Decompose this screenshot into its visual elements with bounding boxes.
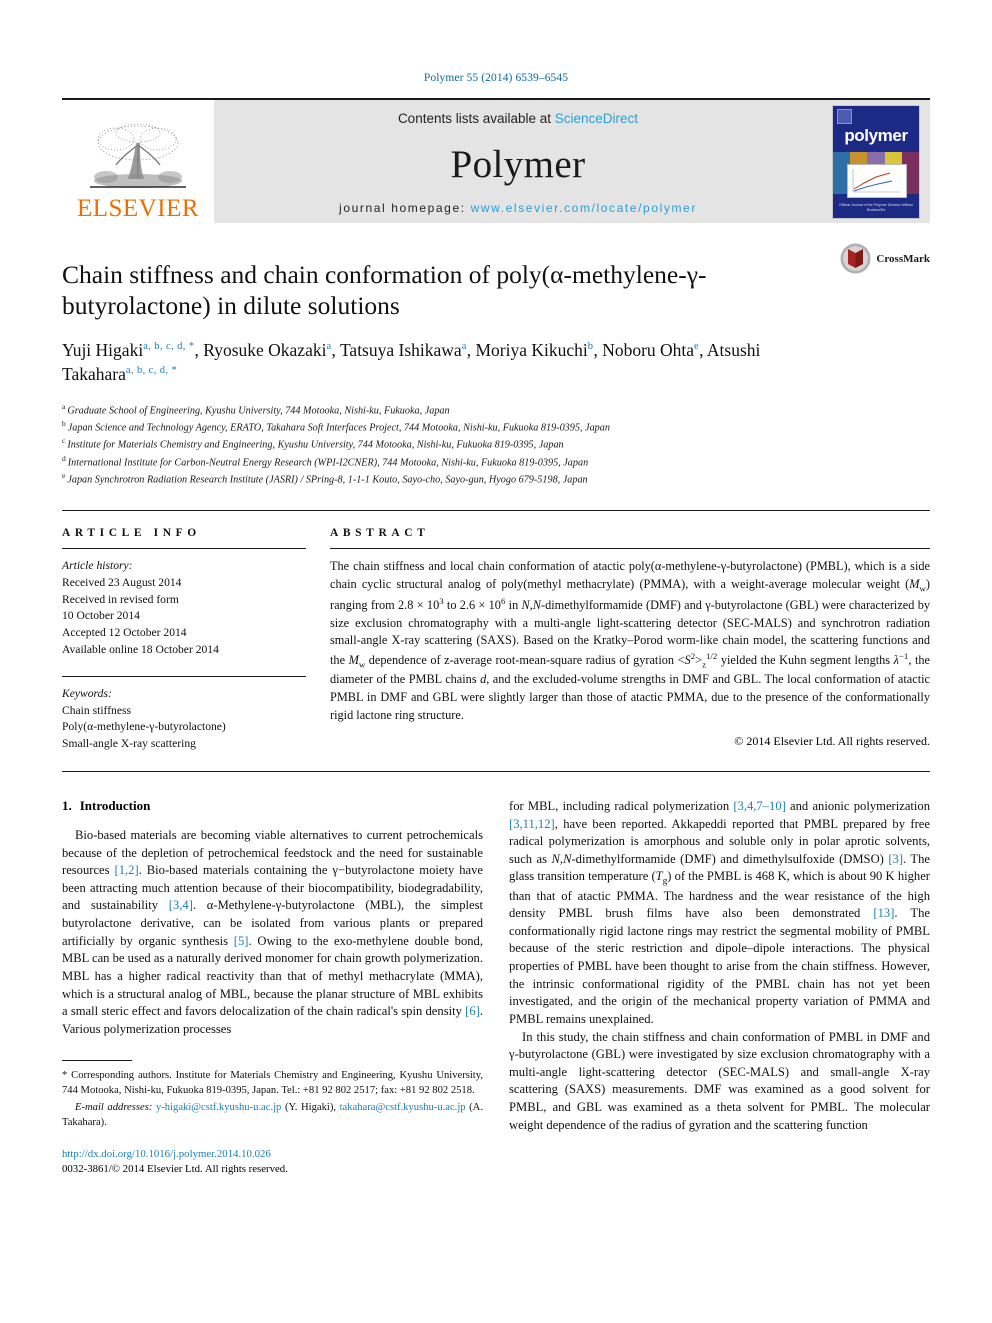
contents-prefix: Contents lists available at <box>397 110 555 126</box>
body-column-right: for MBL, including radical polymerizatio… <box>509 798 930 1178</box>
journal-banner: ELSEVIER Contents lists available at Sci… <box>62 98 930 223</box>
keywords-block: Keywords: Chain stiffness Poly(α-methyle… <box>62 686 306 753</box>
abstract-copyright: © 2014 Elsevier Ltd. All rights reserved… <box>734 734 930 749</box>
email-owner-higaki: (Y. Higaki) <box>284 1102 334 1114</box>
article-info-heading: ARTICLE INFO <box>62 526 201 539</box>
author-separator: , <box>699 340 707 361</box>
keyword-item: Poly(α-methylene-γ-butyrolactone) <box>62 720 226 734</box>
sciencedirect-link[interactable]: ScienceDirect <box>555 111 638 126</box>
asterisk-marker: * <box>62 1070 72 1082</box>
author-separator: , <box>593 340 603 361</box>
email-link-takahara[interactable]: takahara@cstf.kyushu-u.ac.jp <box>340 1102 466 1113</box>
affiliation-text: Japan Science and Technology Agency, ERA… <box>67 422 610 434</box>
section-number: 1. <box>62 797 72 813</box>
section-name: Introduction <box>79 797 151 813</box>
affiliation-item: d International Institute for Carbon-Neut… <box>62 453 930 470</box>
affiliation-item: b Japan Science and Technology Agency, ER… <box>62 418 930 435</box>
author-list: Yuji Higakia, b, c, d, *, Ryosuke Okazak… <box>62 338 822 386</box>
keywords-label: Keywords: <box>62 686 112 700</box>
elsevier-tree-icon <box>90 123 186 188</box>
affiliation-item: e Japan Synchrotron Radiation Research In… <box>62 470 930 487</box>
author-name: Tatsuya Ishikawa <box>339 340 462 361</box>
author-separator: , <box>466 340 476 361</box>
affiliation-text: Japan Synchrotron Radiation Research Ins… <box>67 474 588 486</box>
author-name: Moriya Kikuchi <box>475 340 588 361</box>
running-head: Polymer 55 (2014) 6539–6545 <box>423 72 569 84</box>
publisher-logo: ELSEVIER <box>62 100 214 223</box>
affiliation-list: a Graduate School of Engineering, Kyushu … <box>62 401 930 488</box>
abstract-text: The chain stiffness and local chain conf… <box>330 558 930 722</box>
history-item: Received 23 August 2014 <box>62 575 182 589</box>
article-history-block: Article history: Received 23 August 2014… <box>62 558 306 659</box>
corresponding-author-footnote: * Corresponding authors. Institute for M… <box>62 1068 483 1098</box>
cover-badge-icon <box>837 108 852 124</box>
author-affiliation-marks: a, b, c, d, * <box>125 365 178 377</box>
history-item: Available online 18 October 2014 <box>62 642 219 656</box>
doi-link[interactable]: http://dx.doi.org/10.1016/j.polymer.2014… <box>62 1147 483 1163</box>
journal-homepage-line: journal homepage: www.elsevier.com/locat… <box>339 201 697 215</box>
issn-copyright-line: 0032-3861/© 2014 Elsevier Ltd. All right… <box>62 1163 288 1176</box>
article-history-label: Article history: <box>62 558 133 572</box>
page-title: Chain stiffness and chain conformation o… <box>62 260 707 321</box>
body-column-left: 1. Introduction Bio-based materials are b… <box>62 798 483 1178</box>
keyword-item: Chain stiffness <box>62 703 132 717</box>
author-affiliation-marks: a, b, c, d, * <box>143 341 195 353</box>
author-name: Ryosuke Okazaki <box>203 340 327 361</box>
journal-homepage-link[interactable]: www.elsevier.com/locate/polymer <box>471 201 697 215</box>
cover-image: polymer Official Journal of the Polymer … <box>832 104 920 219</box>
affiliation-item: a Graduate School of Engineering, Kyushu … <box>62 401 930 418</box>
journal-banner-center: Contents lists available at ScienceDirec… <box>214 100 822 223</box>
author-separator: , <box>194 340 204 361</box>
author-separator: , <box>331 340 340 361</box>
info-abstract-section: ARTICLE INFO Article history: Received 2… <box>62 509 930 753</box>
crossmark-icon <box>840 243 871 274</box>
affiliation-text: Institute for Materials Chemistry and En… <box>67 439 564 451</box>
affiliation-text: International Institute for Carbon-Neutr… <box>67 457 589 469</box>
section-title-introduction: 1. Introduction <box>62 798 483 814</box>
abstract-column: ABSTRACT The chain stiffness and local c… <box>330 527 930 753</box>
paragraph: In this study, the chain stiffness and c… <box>509 1029 930 1132</box>
journal-cover-thumbnail: polymer Official Journal of the Polymer … <box>822 100 930 223</box>
crossmark-label: CrossMark <box>876 252 930 265</box>
divider <box>62 675 306 677</box>
corresponding-text: Corresponding authors. Institute for Mat… <box>62 1070 484 1097</box>
affiliation-item: c Institute for Materials Chemistry and E… <box>62 435 930 452</box>
elsevier-wordmark: ELSEVIER <box>76 195 200 222</box>
email-footnote: E-mail addresses: y-higaki@cstf.kyushu-u… <box>62 1102 483 1129</box>
divider <box>330 547 930 549</box>
crossmark-badge[interactable]: CrossMark <box>840 243 930 274</box>
email-link-higaki[interactable]: y-higaki@cstf.kyushu-u.ac.jp <box>156 1102 281 1113</box>
journal-title: Polymer <box>450 142 586 186</box>
abstract-heading: ABSTRACT <box>330 526 430 539</box>
homepage-prefix: journal homepage: <box>339 200 471 215</box>
history-item: 10 October 2014 <box>62 609 140 623</box>
divider <box>62 547 306 549</box>
affiliation-text: Graduate School of Engineering, Kyushu U… <box>67 404 450 416</box>
doi-block: http://dx.doi.org/10.1016/j.polymer.2014… <box>62 1147 483 1178</box>
keyword-item: Small-angle X-ray scattering <box>62 737 196 751</box>
email-label: E-mail addresses: <box>75 1102 153 1114</box>
cover-inset-figure <box>847 163 907 198</box>
history-item: Received in revised form <box>62 592 179 606</box>
footnote-divider <box>62 1060 132 1062</box>
author-name: Yuji Higaki <box>62 340 144 361</box>
journal-article-page: Polymer 55 (2014) 6539–6545 ELSEVIER Con… <box>0 0 992 1323</box>
article-body: 1. Introduction Bio-based materials are b… <box>62 798 930 1178</box>
divider <box>62 770 930 772</box>
paragraph: for MBL, including radical polymerizatio… <box>509 798 930 1026</box>
article-header: CrossMark Chain stiffness and chain conf… <box>62 223 930 488</box>
cover-title: polymer <box>844 125 908 145</box>
author-name: Noboru Ohta <box>602 340 695 361</box>
article-info-column: ARTICLE INFO Article history: Received 2… <box>62 527 330 753</box>
cover-footer-text: Official Journal of the Polymer Division… <box>838 202 914 213</box>
contents-list-line: Contents lists available at ScienceDirec… <box>398 111 638 126</box>
history-item: Accepted 12 October 2014 <box>62 626 187 640</box>
paragraph: Bio-based materials are becoming viable … <box>62 827 483 1036</box>
